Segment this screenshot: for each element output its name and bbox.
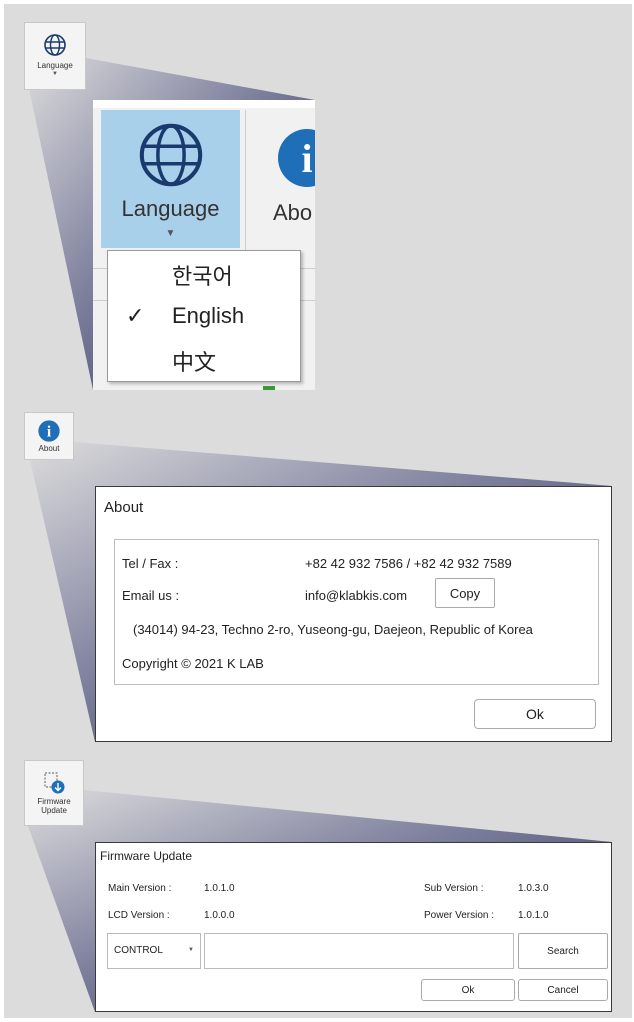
globe-icon [44, 34, 66, 56]
svg-text:i: i [301, 136, 312, 181]
ribbon-top-strip [93, 100, 315, 108]
firmware-file-path-input[interactable] [204, 933, 514, 969]
language-ribbon-button[interactable]: Language ▼ [101, 110, 240, 248]
check-icon: ✓ [126, 303, 145, 328]
email-value: info@klabkis.com [305, 588, 408, 603]
copyright-text: Copyright © 2021 K LAB [122, 656, 264, 671]
copy-button-label: Copy [449, 585, 481, 601]
search-button-label: Search [547, 945, 579, 957]
email-label: Email us : [122, 588, 180, 603]
language-ribbon-label: Language [121, 196, 220, 221]
chevron-down-icon: ▼ [165, 228, 176, 239]
menu-item-label: 中文 [172, 350, 217, 375]
firmware-update-icon [44, 772, 65, 794]
chevron-down-icon: ▼ [52, 71, 58, 77]
about-dialog: About Tel / Fax : +82 42 932 7586 / +82 … [95, 486, 612, 742]
target-select-value: CONTROL [114, 945, 163, 956]
language-dropdown-menu: 한국어 ✓ English 中文 [107, 250, 301, 382]
cancel-button[interactable]: Cancel [518, 979, 608, 1001]
tel-label: Tel / Fax : [122, 556, 179, 571]
power-version-value: 1.0.1.0 [518, 910, 549, 921]
firmware-update-dialog: Firmware Update Main Version : 1.0.1.0 S… [95, 842, 612, 1012]
ok-button[interactable]: Ok [474, 699, 596, 729]
chevron-down-icon: ▼ [188, 947, 194, 953]
address-text: (34014) 94-23, Techno 2-ro, Yuseong-gu, … [133, 622, 533, 637]
target-select[interactable]: CONTROL ▼ [107, 933, 201, 969]
copy-button[interactable]: Copy [435, 578, 495, 608]
menu-item-korean[interactable]: 한국어 [108, 253, 300, 293]
language-tool-label: Language [37, 61, 73, 70]
sub-version-label: Sub Version : [424, 883, 484, 894]
ok-button-label: Ok [526, 706, 544, 722]
menu-item-label: 한국어 [172, 264, 233, 289]
ok-button-label: Ok [461, 984, 475, 996]
dialog-title: Firmware Update [100, 849, 193, 863]
menu-item-english[interactable]: ✓ English [108, 297, 300, 337]
tel-value: +82 42 932 7586 / +82 42 932 7589 [305, 556, 512, 571]
lcd-version-label: LCD Version : [108, 910, 170, 921]
dialog-title: About [104, 499, 144, 516]
main-version-value: 1.0.1.0 [204, 883, 235, 894]
sub-version-value: 1.0.3.0 [518, 883, 549, 894]
cancel-button-label: Cancel [547, 984, 579, 996]
ok-button[interactable]: Ok [421, 979, 515, 1001]
firmware-tool-label-line2: Update [41, 806, 67, 815]
about-ribbon-label: Abo [273, 200, 313, 225]
language-tool-button[interactable]: Language ▼ [24, 22, 86, 90]
main-version-label: Main Version : [108, 883, 172, 894]
ribbon-green-mark [263, 386, 275, 390]
about-tool-label: About [38, 443, 60, 453]
lcd-version-value: 1.0.0.0 [204, 910, 235, 921]
info-icon: i [278, 129, 315, 187]
language-ribbon-zoom: Language ▼ i Abo 한국어 ✓ English 中文 [93, 100, 315, 390]
about-tool-button[interactable]: i About [24, 412, 74, 460]
firmware-tool-label-line1: Firmware [37, 797, 71, 806]
svg-text:i: i [47, 423, 52, 440]
search-button[interactable]: Search [518, 933, 608, 969]
power-version-label: Power Version : [424, 910, 495, 921]
about-ribbon-button[interactable]: i Abo [249, 110, 315, 248]
menu-item-label: English [172, 303, 245, 328]
globe-icon [139, 123, 202, 187]
info-icon: i [38, 419, 60, 442]
menu-item-chinese[interactable]: 中文 [108, 339, 300, 379]
about-info-panel: Tel / Fax : +82 42 932 7586 / +82 42 932… [114, 539, 599, 685]
firmware-update-tool-button[interactable]: Firmware Update [24, 760, 84, 826]
